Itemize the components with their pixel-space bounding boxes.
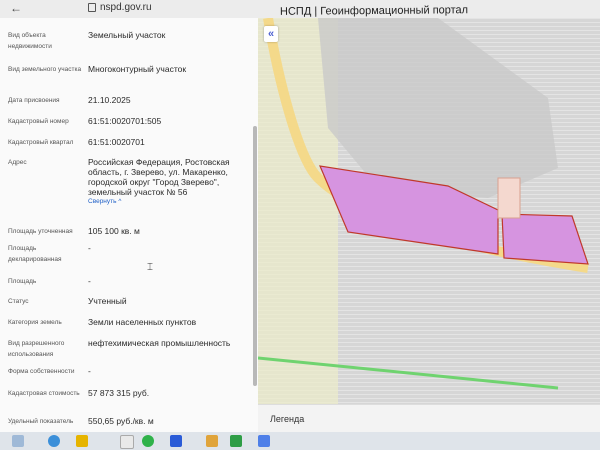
label-cadastral-value: Кадастровая стоимость [8, 390, 80, 397]
taskbar-icon[interactable] [142, 435, 154, 447]
address-line: область, г. Зверево, ул. Макаренко, [88, 167, 228, 177]
browser-toolbar: ← nspd.gov.ru НСПД | Геоинформационный п… [0, 0, 600, 18]
value-cadastral-value: 57 873 315 руб. [88, 388, 150, 398]
taskbar-icon[interactable] [120, 435, 134, 449]
map-building [497, 177, 521, 219]
panel-scrollbar[interactable] [253, 126, 257, 386]
label-date: Дата присвоения [8, 97, 60, 104]
label-object-type: Вид объекта недвижимости [8, 32, 52, 50]
value-area: - [88, 276, 91, 286]
label-specific-indicator: Удельный показатель [8, 418, 74, 425]
collapse-link[interactable]: Свернуть ^ [88, 197, 238, 207]
value-area-refined: 105 100 кв. м [88, 226, 140, 236]
mouse-cursor-icon: ⌶ [147, 262, 153, 273]
value-address: Российская Федерация, Ростовская область… [88, 157, 238, 207]
address-bar[interactable]: nspd.gov.ru [88, 2, 152, 13]
collapse-panel-button[interactable]: « [264, 26, 278, 42]
lock-icon [88, 3, 96, 12]
label-area-declared: Площадь декларированная [8, 245, 62, 263]
value-parcel-type: Многоконтурный участок [88, 64, 187, 74]
value-cadastral-quarter: 61:51:0020701 [88, 137, 145, 147]
legend-bar[interactable]: Легенда [258, 404, 600, 433]
value-ownership: - [88, 366, 91, 376]
label-cadastral-number: Кадастровый номер [8, 118, 69, 125]
map-canvas[interactable] [258, 18, 600, 432]
url-text: nspd.gov.ru [100, 2, 152, 13]
legend-label: Легенда [270, 414, 305, 424]
taskbar [0, 432, 600, 450]
value-specific-indicator: 550,65 руб./кв. м [88, 416, 154, 426]
taskbar-icon[interactable] [258, 435, 270, 447]
map-view[interactable] [258, 18, 600, 432]
screen: ← nspd.gov.ru НСПД | Геоинформационный п… [0, 0, 600, 450]
label-permitted-use: Вид разрешенного использования [8, 340, 65, 358]
label-address: Адрес [8, 159, 27, 166]
value-status: Учтенный [88, 296, 127, 306]
taskbar-icon[interactable] [170, 435, 182, 447]
value-area-declared: - [88, 243, 91, 253]
label-ownership: Форма собственности [8, 368, 75, 375]
label-area-refined: Площадь уточненная [8, 228, 73, 235]
value-date: 21.10.2025 [88, 95, 131, 105]
value-land-category: Земли населенных пунктов [88, 317, 197, 327]
back-arrow-icon[interactable]: ← [10, 1, 22, 15]
label-land-category: Категория земель [8, 319, 62, 326]
taskbar-icon[interactable] [76, 435, 88, 447]
value-cadastral-number: 61:51:0020701:505 [88, 116, 162, 126]
address-line: городской округ "Город Зверево", [88, 177, 220, 187]
value-permitted-use: нефтехимическая промышленность [88, 338, 231, 348]
label-status: Статус [8, 298, 29, 305]
label-parcel-type: Вид земельного участка [8, 66, 82, 73]
object-info-panel: Вид объекта недвижимости Земельный участ… [0, 18, 259, 432]
address-line: Российская Федерация, Ростовская [88, 157, 230, 167]
taskbar-icon[interactable] [48, 435, 60, 447]
value-object-type: Земельный участок [88, 30, 166, 40]
taskbar-icon[interactable] [12, 435, 24, 447]
portal-title: НСПД | Геоинформационный портал [279, 4, 469, 18]
taskbar-icon[interactable] [230, 435, 242, 447]
taskbar-icon[interactable] [206, 435, 218, 447]
label-area: Площадь [8, 278, 37, 285]
label-cadastral-quarter: Кадастровый квартал [8, 139, 74, 146]
address-line: земельный участок № 56 [88, 187, 188, 197]
